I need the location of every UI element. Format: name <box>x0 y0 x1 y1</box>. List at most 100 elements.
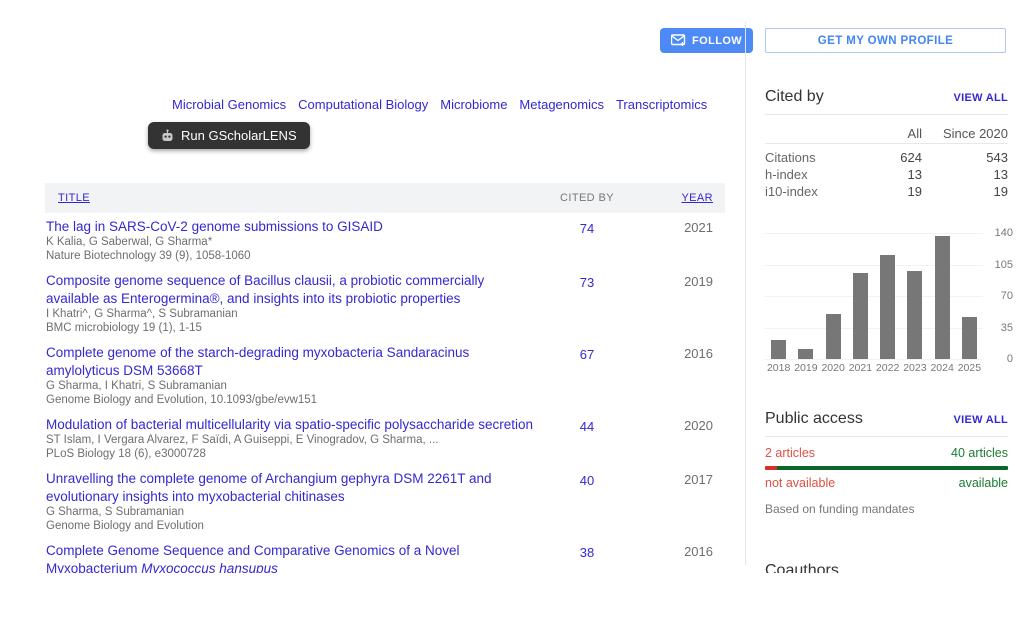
citations-bar-2023[interactable] <box>907 271 922 359</box>
sort-by-title-link[interactable]: TITLE <box>45 192 537 204</box>
publication-title-link[interactable]: Complete Genome Sequence and Comparative… <box>46 542 537 573</box>
cited-by-column-headers: All Since 2020 <box>765 115 1008 143</box>
citations-bar-2021[interactable] <box>853 273 868 359</box>
publications-table: TITLE CITED BY YEAR The lag in SARS-CoV-… <box>45 183 725 573</box>
publication-title-link[interactable]: Modulation of bacterial multicellularity… <box>46 416 537 434</box>
interest-link-microbial-genomics[interactable]: Microbial Genomics <box>172 97 286 112</box>
interest-link-microbiome[interactable]: Microbiome <box>440 97 507 112</box>
chart-gridline <box>765 359 983 360</box>
x-axis-tick-label: 2022 <box>874 362 901 374</box>
cited-by-count-link[interactable]: 44 <box>580 419 594 434</box>
citations-chart: 03570105140 2018201920202021202220232024… <box>765 233 1010 375</box>
cited-by-count-link[interactable]: 67 <box>580 347 594 362</box>
cited-by-panel: Cited by VIEW ALL All Since 2020 Citatio… <box>765 88 1008 200</box>
publication-venue: Nature Biotechnology 39 (9), 1058-1060 <box>46 250 537 264</box>
citations-bar-2019[interactable] <box>798 349 813 359</box>
metric-since-value: 13 <box>922 167 1008 182</box>
y-axis-tick-label: 105 <box>995 259 1013 271</box>
citations-bar-2020[interactable] <box>826 314 841 359</box>
publication-venue: BMC microbiology 19 (1), 1-15 <box>46 322 537 336</box>
metric-label[interactable]: h-index <box>765 167 860 182</box>
publication-venue: Genome Biology and Evolution, 10.1093/gb… <box>46 394 537 408</box>
publication-authors: G Sharma, S Subramanian <box>46 506 537 520</box>
public-access-progress-bar <box>765 466 1008 470</box>
cited-by-column-header: CITED BY <box>537 192 637 204</box>
x-axis-tick-label: 2021 <box>847 362 874 374</box>
table-row: Complete genome of the starch-degrading … <box>45 339 725 411</box>
scholar-profile-page: FOLLOW GET MY OWN PROFILE Microbial Geno… <box>0 0 1024 573</box>
metric-label[interactable]: i10-index <box>765 184 860 199</box>
publication-title-link[interactable]: Unravelling the complete genome of Archa… <box>46 470 537 506</box>
col-header-all: All <box>860 126 922 141</box>
not-available-count: 2 articles <box>765 446 815 460</box>
x-axis-tick-label: 2024 <box>929 362 956 374</box>
metric-label[interactable]: Citations <box>765 150 860 165</box>
cited-by-count-link[interactable]: 40 <box>580 473 594 488</box>
publication-year: 2016 <box>637 542 725 573</box>
metric-since-value: 543 <box>922 150 1008 165</box>
citations-bar-2018[interactable] <box>771 340 786 359</box>
sort-by-year-link[interactable]: YEAR <box>637 192 725 204</box>
x-axis-tick-label: 2023 <box>901 362 928 374</box>
run-gscholarlens-button[interactable]: Run GScholarLENS <box>148 122 310 149</box>
available-label: available <box>959 476 1008 490</box>
interests-list: Microbial Genomics Computational Biology… <box>172 97 707 112</box>
interest-link-transcriptomics[interactable]: Transcriptomics <box>616 97 707 112</box>
get-my-own-profile-button[interactable]: GET MY OWN PROFILE <box>765 28 1006 53</box>
publication-year: 2017 <box>637 470 725 533</box>
table-row: Modulation of bacterial multicellularity… <box>45 411 725 465</box>
metric-all-value: 19 <box>860 184 922 199</box>
citations-bar-2022[interactable] <box>880 255 895 359</box>
follow-button[interactable]: FOLLOW <box>660 28 753 53</box>
citations-bar-2024[interactable] <box>935 236 950 359</box>
robot-icon <box>161 129 174 143</box>
publication-venue: PLoS Biology 18 (6), e3000728 <box>46 448 537 462</box>
envelope-plus-icon <box>671 34 686 47</box>
cited-by-count-link[interactable]: 73 <box>580 275 594 290</box>
y-axis-tick-label: 35 <box>1001 322 1013 334</box>
follow-button-label: FOLLOW <box>692 35 742 47</box>
public-access-title: Public access <box>765 410 863 428</box>
x-axis-tick-label: 2025 <box>956 362 983 374</box>
citations-bar-2025[interactable] <box>962 317 977 359</box>
available-count: 40 articles <box>951 446 1008 460</box>
publication-venue: Genome Biology and Evolution <box>46 520 537 534</box>
table-row: Complete Genome Sequence and Comparative… <box>45 537 725 573</box>
coauthors-title: Coauthors <box>765 562 839 573</box>
citations-chart-yticks: 0 35 70 105 140 <box>987 227 1013 365</box>
citation-metrics: Citations 624 543 h-index 13 13 i10-inde… <box>765 144 1008 200</box>
available-segment <box>777 466 1008 470</box>
y-axis-tick-label: 140 <box>995 227 1013 239</box>
publication-title-link[interactable]: The lag in SARS-CoV-2 genome submissions… <box>46 218 537 236</box>
column-divider <box>745 22 746 565</box>
y-axis-tick-label: 70 <box>1001 290 1013 302</box>
publication-title-link[interactable]: Complete genome of the starch-degrading … <box>46 344 537 380</box>
x-axis-tick-label: 2019 <box>792 362 819 374</box>
interest-link-computational-biology[interactable]: Computational Biology <box>298 97 428 112</box>
publication-year: 2021 <box>637 218 725 263</box>
not-available-segment <box>765 466 777 470</box>
not-available-label: not available <box>765 476 835 490</box>
public-access-view-all-link[interactable]: VIEW ALL <box>953 414 1008 426</box>
publication-authors: ST Islam, I Vergara Alvarez, F Saïdi, A … <box>46 434 537 448</box>
publication-authors: I Khatri^, G Sharma^, S Subramanian <box>46 308 537 322</box>
cited-by-count-link[interactable]: 74 <box>580 221 594 236</box>
run-gscholarlens-label: Run GScholarLENS <box>181 128 297 143</box>
col-header-since: Since 2020 <box>922 126 1008 141</box>
cited-by-title: Cited by <box>765 88 824 106</box>
interest-link-metagenomics[interactable]: Metagenomics <box>519 97 604 112</box>
funding-mandates-note: Based on funding mandates <box>765 490 1008 516</box>
citations-chart-xlabels: 20182019202020212022202320242025 <box>765 362 983 374</box>
table-row: Composite genome sequence of Bacillus cl… <box>45 267 725 339</box>
public-access-panel: Public access VIEW ALL 2 articles 40 art… <box>765 410 1008 516</box>
publication-authors: K Kalia, G Saberwal, G Sharma* <box>46 236 537 250</box>
table-row: Unravelling the complete genome of Archa… <box>45 465 725 537</box>
x-axis-tick-label: 2020 <box>820 362 847 374</box>
cited-by-view-all-link[interactable]: VIEW ALL <box>953 92 1008 104</box>
publications-header: TITLE CITED BY YEAR <box>45 183 725 213</box>
publication-authors: G Sharma, I Khatri, S Subramanian <box>46 380 537 394</box>
cited-by-count-link[interactable]: 38 <box>580 545 594 560</box>
y-axis-tick-label: 0 <box>1007 353 1013 365</box>
table-row: The lag in SARS-CoV-2 genome submissions… <box>45 213 725 267</box>
publication-title-link[interactable]: Composite genome sequence of Bacillus cl… <box>46 272 537 308</box>
